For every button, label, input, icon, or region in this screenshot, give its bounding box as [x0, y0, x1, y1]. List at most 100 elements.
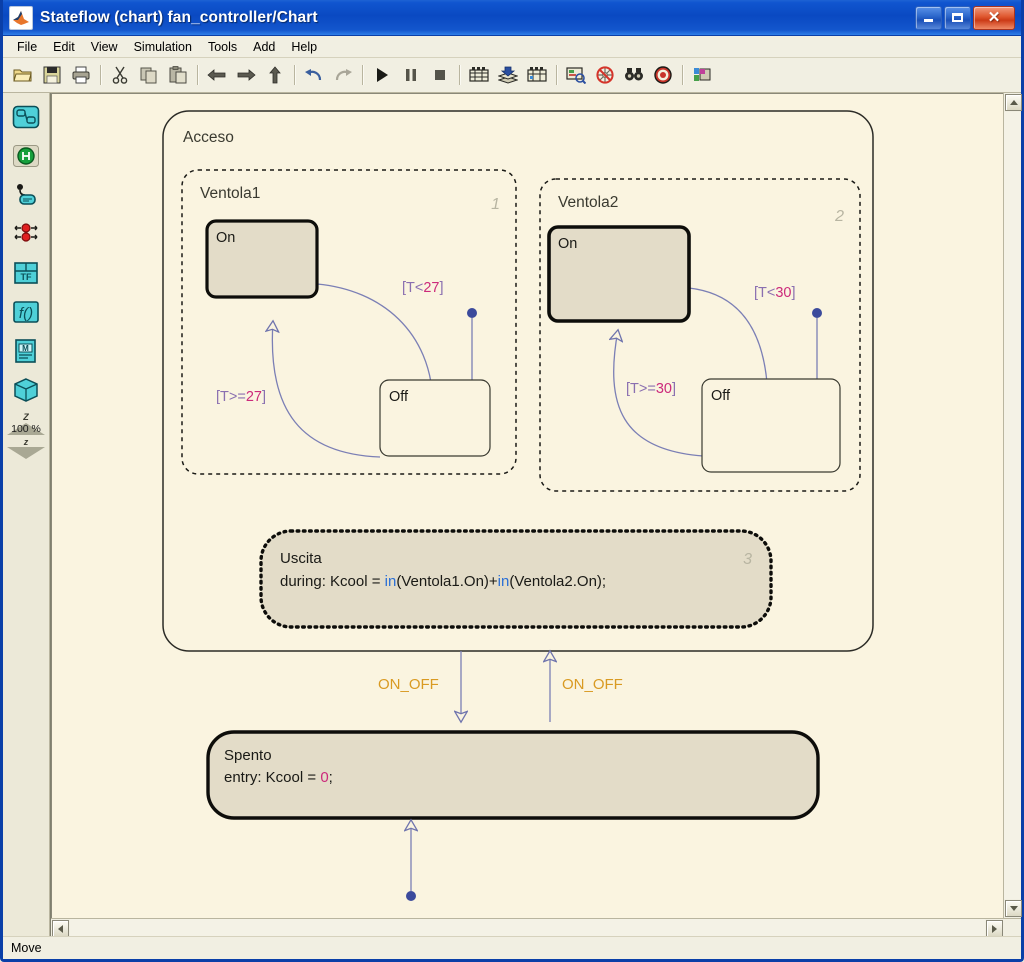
menu-add[interactable]: Add [245, 38, 283, 56]
back-button[interactable] [203, 61, 231, 89]
data-dictionary-button[interactable] [523, 61, 551, 89]
label-t-acceso-to-spento: ON_OFF [378, 676, 439, 693]
embedded-matlab-function-tool[interactable]: M [8, 333, 44, 369]
close-icon: ✕ [987, 8, 1001, 26]
state-ventola1-label: Ventola1 [200, 185, 260, 202]
state-ventola2-off-label: Off [711, 388, 731, 404]
separator-6 [556, 65, 557, 85]
debug-button[interactable] [562, 61, 590, 89]
state-ventola2-on[interactable]: On [547, 225, 691, 323]
connective-junction-tool[interactable] [8, 216, 44, 252]
function-tool[interactable]: f() [8, 294, 44, 330]
state-acceso-label: Acceso [183, 129, 234, 146]
cut-button[interactable] [106, 61, 134, 89]
state-spento-label: Spento [224, 747, 272, 764]
state-uscita-label: Uscita [280, 550, 322, 567]
redo-button[interactable] [329, 61, 357, 89]
break-all-button[interactable] [591, 61, 619, 89]
print-button[interactable] [67, 61, 95, 89]
truth-table-tool[interactable]: TF [8, 255, 44, 291]
status-bar: Move [3, 936, 1021, 959]
stop-simulation-button[interactable] [426, 61, 454, 89]
transitions-onoff: ON_OFF ON_OFF [378, 651, 623, 722]
label-t-v1-off-to-on: [T>=27] [216, 389, 266, 405]
state-ventola1-off-label: Off [389, 389, 409, 405]
menu-tools[interactable]: Tools [200, 38, 245, 56]
separator-3 [294, 65, 295, 85]
menu-view[interactable]: View [83, 38, 126, 56]
zoom-level: 100 % [11, 423, 41, 435]
maximize-button[interactable] [944, 5, 971, 30]
default-transition-tool[interactable] [8, 177, 44, 213]
scroll-up-button[interactable] [1005, 94, 1022, 111]
forward-button[interactable] [232, 61, 260, 89]
chevron-up-icon [1009, 100, 1018, 105]
transitions-chart-default [406, 820, 416, 901]
svg-text:M: M [22, 344, 29, 353]
pause-simulation-button[interactable] [397, 61, 425, 89]
open-button[interactable] [9, 61, 37, 89]
label-t-spento-to-acceso: ON_OFF [562, 676, 623, 693]
t-v1-default-junction[interactable] [467, 308, 477, 318]
stateflow-diagram[interactable]: Acceso Ventola1 1 On Off [T<27] [T>=27] … [52, 94, 1003, 918]
breakpoint-button[interactable] [649, 61, 677, 89]
update-diagram-button[interactable] [494, 61, 522, 89]
separator-4 [362, 65, 363, 85]
t-v2-default-junction[interactable] [812, 308, 822, 318]
state-uscita-number: 3 [743, 551, 752, 568]
body-row: TF f() M Z 100 % z Acceso Ventola1 1 On … [3, 93, 1022, 937]
t-chart-default-junction[interactable] [406, 891, 416, 901]
state-tool[interactable] [8, 99, 44, 135]
horizontal-scrollbar[interactable] [51, 919, 1004, 937]
vertical-scroll-track[interactable] [1004, 112, 1021, 899]
close-button[interactable]: ✕ [973, 5, 1015, 30]
zoom-out-button[interactable] [7, 447, 45, 459]
state-ventola2-off[interactable]: Off [701, 378, 841, 473]
start-simulation-button[interactable] [368, 61, 396, 89]
up-button[interactable] [261, 61, 289, 89]
menu-file[interactable]: File [9, 38, 45, 56]
vertical-scrollbar[interactable] [1003, 93, 1022, 918]
title-bar: Stateflow (chart) fan_controller/Chart ✕ [3, 0, 1021, 36]
history-junction-tool[interactable] [8, 138, 44, 174]
state-ventola1-on-label: On [216, 230, 235, 246]
chevron-right-icon [992, 924, 997, 933]
paste-button[interactable] [164, 61, 192, 89]
menu-help[interactable]: Help [283, 38, 325, 56]
state-spento[interactable]: Spento entry: Kcool = 0; [206, 730, 820, 820]
status-message: Move [11, 941, 42, 955]
maximize-icon [952, 13, 963, 22]
toolbar [3, 58, 1021, 93]
state-ventola1-number: 1 [491, 196, 500, 213]
find-button[interactable] [620, 61, 648, 89]
save-button[interactable] [38, 61, 66, 89]
model-explorer-button[interactable] [465, 61, 493, 89]
copy-button[interactable] [135, 61, 163, 89]
object-palette: TF f() M Z 100 % z [3, 93, 50, 936]
zoom-in-glyph: Z [23, 412, 29, 422]
label-t-v2-off-to-on: [T>=30] [626, 381, 676, 397]
state-ventola1-on[interactable]: On [205, 219, 319, 299]
minimize-button[interactable] [915, 5, 942, 30]
undo-button[interactable] [300, 61, 328, 89]
scroll-down-button[interactable] [1005, 900, 1022, 917]
scroll-right-button[interactable] [986, 920, 1003, 937]
scroll-left-button[interactable] [52, 920, 69, 937]
zoom-control[interactable]: Z 100 % z [6, 412, 46, 459]
menu-edit[interactable]: Edit [45, 38, 83, 56]
horizontal-scroll-track[interactable] [70, 919, 985, 936]
state-ventola1-off[interactable]: Off [379, 379, 491, 457]
state-uscita[interactable]: Uscita during: Kcool = in(Ventola1.On)+i… [259, 529, 773, 629]
separator-5 [459, 65, 460, 85]
chart-canvas[interactable]: Acceso Ventola1 1 On Off [T<27] [T>=27] … [51, 93, 1003, 918]
state-spento-action: entry: Kcool = 0; [224, 769, 333, 786]
stateflow-window: Stateflow (chart) fan_controller/Chart ✕… [0, 0, 1024, 962]
separator-7 [682, 65, 683, 85]
print-details-button[interactable] [688, 61, 716, 89]
window-controls: ✕ [915, 5, 1017, 30]
separator-1 [100, 65, 101, 85]
box-tool[interactable] [8, 372, 44, 408]
menu-simulation[interactable]: Simulation [126, 38, 200, 56]
svg-text:TF: TF [21, 272, 32, 282]
minimize-icon [924, 19, 933, 22]
